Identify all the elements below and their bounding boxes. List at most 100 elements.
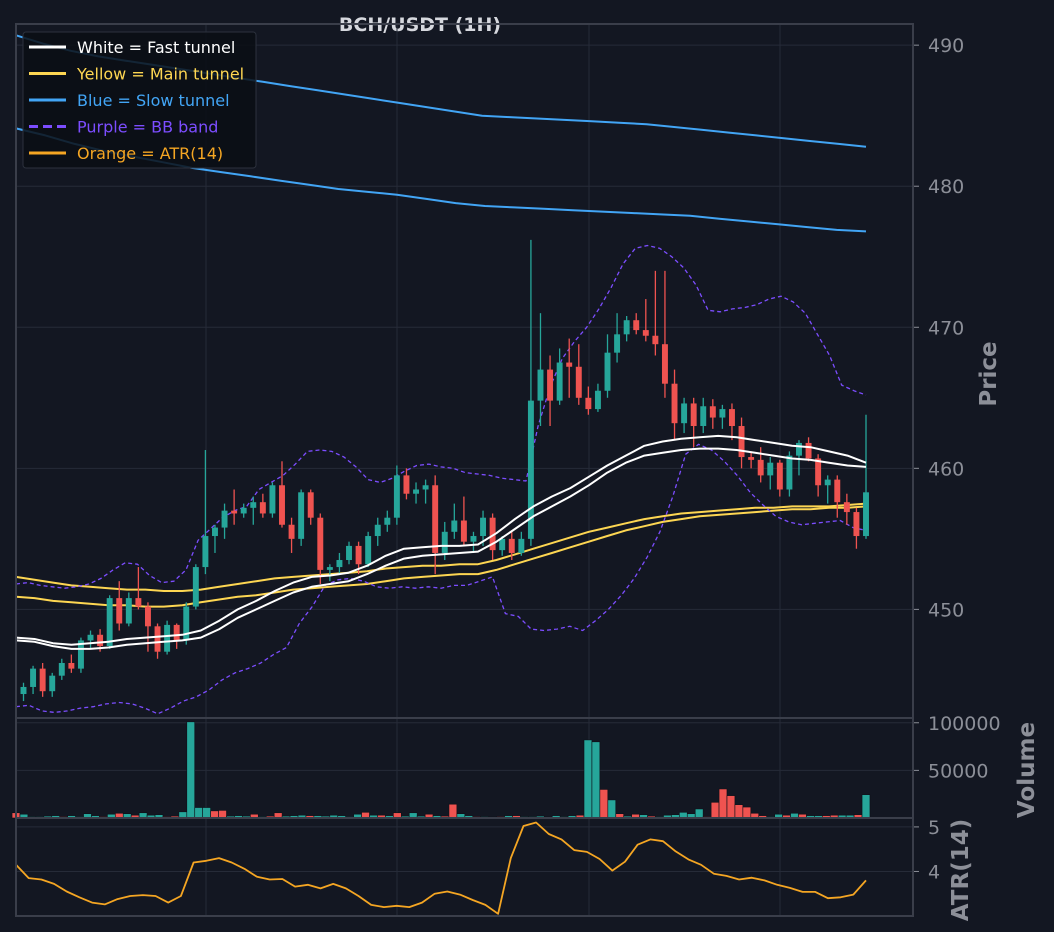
candle-body xyxy=(853,512,860,537)
candle-body xyxy=(326,567,333,570)
candle-body xyxy=(815,458,822,486)
candle-body xyxy=(451,520,458,532)
candle-body xyxy=(384,517,391,525)
candle-body xyxy=(221,510,228,528)
candle-body xyxy=(336,560,343,568)
volume-bar xyxy=(710,801,720,819)
legend-label: Orange = ATR(14) xyxy=(77,144,223,163)
candle-body xyxy=(279,485,285,525)
candle-body xyxy=(709,406,716,418)
candle-body xyxy=(518,538,525,553)
candle-body xyxy=(728,409,735,427)
volume-bar xyxy=(734,804,744,819)
volume-bar xyxy=(448,803,458,819)
candle-body xyxy=(594,390,601,410)
chart-legend: White = Fast tunnel Yellow = Main tunnel B… xyxy=(22,31,257,169)
candle-body xyxy=(623,320,630,335)
candle-body xyxy=(499,538,506,551)
volume-bar xyxy=(194,807,203,819)
candle-body xyxy=(259,502,266,514)
volume-bar xyxy=(218,810,227,819)
candle-body xyxy=(719,409,726,418)
candle-body xyxy=(671,383,678,424)
legend-label: Yellow = Main tunnel xyxy=(76,65,244,84)
price-axis-title: Price xyxy=(976,341,1002,406)
legend-label: Blue = Slow tunnel xyxy=(77,91,230,110)
candle-body xyxy=(164,624,171,652)
volume-bar xyxy=(694,808,704,819)
price-tick-label: 470 xyxy=(928,317,964,339)
candle-body xyxy=(585,397,592,410)
candle-body xyxy=(690,403,697,427)
candle-body xyxy=(393,475,400,518)
volume-tick-label: 50000 xyxy=(928,760,988,782)
candle-body xyxy=(652,335,659,345)
candle-body xyxy=(547,369,554,401)
candle-body xyxy=(614,334,621,353)
candle-body xyxy=(805,442,812,459)
candle-body xyxy=(307,492,314,518)
candle-body xyxy=(556,362,563,401)
candle-body xyxy=(374,524,381,537)
volume-bar xyxy=(742,806,752,819)
volume-bar xyxy=(861,794,871,819)
candle-body xyxy=(144,606,151,627)
candle-body xyxy=(566,362,573,367)
volume-bar xyxy=(607,799,617,819)
volume-tick-label: 100000 xyxy=(928,713,1001,735)
volume-bar xyxy=(599,789,609,819)
atr-tick-label: 5 xyxy=(928,817,940,839)
candle-body xyxy=(30,668,37,687)
candle-body xyxy=(240,507,247,514)
candle-body xyxy=(843,502,850,513)
candle-body xyxy=(700,406,707,427)
candle-body xyxy=(863,492,869,537)
candle-body xyxy=(68,662,75,669)
candle-body xyxy=(834,479,841,503)
candle-body xyxy=(661,344,668,384)
candle-body xyxy=(681,403,688,424)
candle-body xyxy=(633,320,640,331)
candle-body xyxy=(58,662,65,676)
volume-bar xyxy=(726,795,736,819)
candle-body xyxy=(796,442,802,456)
candle-body xyxy=(116,598,123,624)
candle-body xyxy=(106,598,113,647)
candle-body xyxy=(432,485,439,553)
legend-label: Purple = BB band xyxy=(77,118,218,137)
candle-body xyxy=(365,536,372,565)
candle-body xyxy=(173,624,180,641)
candle-body xyxy=(748,457,755,460)
candle-body xyxy=(508,538,515,553)
candle-body xyxy=(97,634,104,647)
price-tick-label: 480 xyxy=(928,176,964,198)
price-tick-label: 460 xyxy=(928,458,964,480)
candle-body xyxy=(298,492,305,539)
candle-body xyxy=(355,545,362,565)
candle-body xyxy=(39,668,46,692)
candle-body xyxy=(154,626,161,652)
volume-bar xyxy=(591,741,601,819)
candle-body xyxy=(642,330,649,336)
candle-body xyxy=(757,459,764,476)
candle-body xyxy=(231,510,238,514)
volume-bar xyxy=(186,721,196,819)
volume-axis-title: Volume xyxy=(1014,722,1040,818)
price-tick-label: 490 xyxy=(928,35,964,57)
atr-tick-label: 4 xyxy=(928,861,940,883)
chart-canvas: BCH/USDT (1H) 450460470480490 Price 5000… xyxy=(0,0,1054,932)
candle-body xyxy=(413,489,419,494)
candle-body xyxy=(604,352,611,391)
candle-body xyxy=(192,567,199,607)
candle-body xyxy=(125,598,132,624)
candle-body xyxy=(202,536,209,568)
volume-bar xyxy=(202,807,211,819)
legend-label: White = Fast tunnel xyxy=(77,38,235,57)
volume-bar xyxy=(583,739,593,819)
candle-body xyxy=(250,502,257,508)
candle-body xyxy=(403,475,410,494)
candle-body xyxy=(738,426,745,458)
volume-bar xyxy=(210,810,219,819)
candle-body xyxy=(87,634,94,641)
candle-body xyxy=(441,531,448,553)
